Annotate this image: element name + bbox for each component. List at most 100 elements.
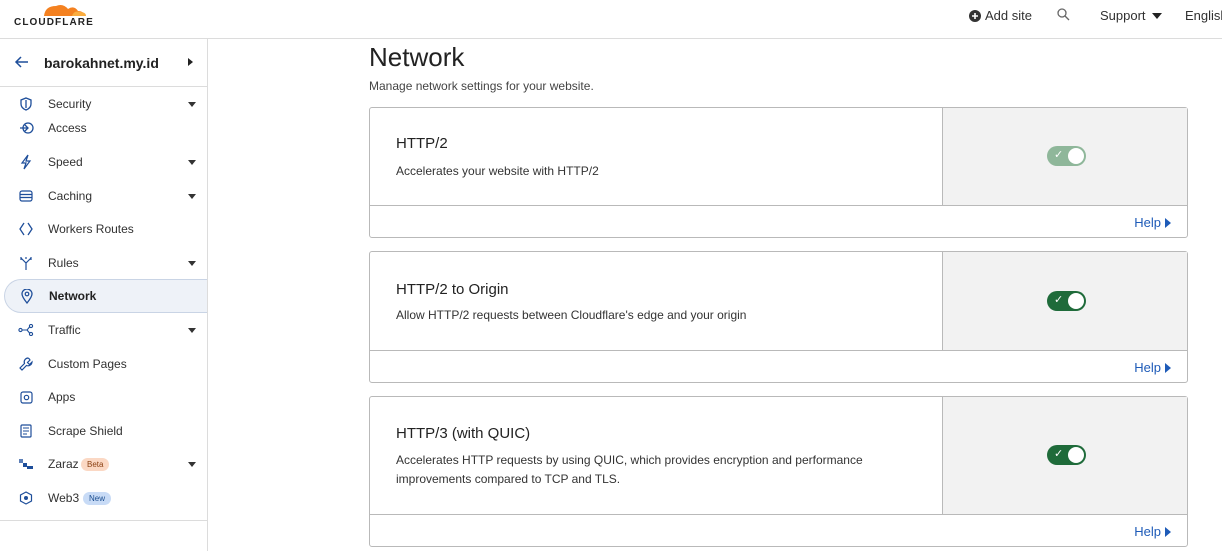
sidebar-item-label: Workers Routes <box>48 222 134 236</box>
setting-control: ✓ <box>943 397 1187 514</box>
setting-footer: Help <box>370 350 1187 383</box>
setting-control: ✓ <box>943 252 1187 350</box>
caret-down-icon <box>188 327 196 333</box>
access-icon <box>18 120 34 136</box>
caret-right-icon <box>1165 526 1171 537</box>
rules-icon <box>18 255 34 271</box>
sidebar-item-workers-routes[interactable]: Workers Routes <box>0 212 207 246</box>
sidebar-item-traffic[interactable]: Traffic <box>0 313 207 347</box>
setting-description: Allow HTTP/2 requests between Cloudflare… <box>396 308 747 322</box>
sidebar-item-speed[interactable]: Speed <box>0 145 207 179</box>
toggle-knob <box>1068 293 1084 309</box>
sidebar-item-label: Apps <box>48 390 76 404</box>
sidebar-divider <box>0 520 207 521</box>
setting-card-http2: HTTP/2 Accelerates your website with HTT… <box>369 107 1188 238</box>
sidebar-item-rules[interactable]: Rules <box>0 246 207 280</box>
setting-info: HTTP/2 to Origin Allow HTTP/2 requests b… <box>370 252 943 350</box>
caret-down-icon <box>188 260 196 266</box>
brand-wordmark: CLOUDFLARE <box>14 17 94 28</box>
sidebar-item-label: Custom Pages <box>48 357 127 371</box>
help-link[interactable]: Help <box>1134 524 1171 539</box>
traffic-icon <box>18 322 34 338</box>
check-icon: ✓ <box>1054 294 1064 306</box>
sidebar-item-apps[interactable]: Apps <box>0 380 207 414</box>
new-badge: New <box>83 491 112 505</box>
sidebar-item-web3[interactable]: Web3 New <box>0 481 207 515</box>
help-label: Help <box>1134 524 1161 539</box>
sidebar-item-custom-pages[interactable]: Custom Pages <box>0 347 207 381</box>
help-label: Help <box>1134 215 1161 230</box>
wrench-icon <box>18 356 34 372</box>
caret-right-icon <box>1165 217 1171 228</box>
setting-footer: Help <box>370 205 1187 238</box>
sidebar-item-label: Zaraz <box>48 457 79 471</box>
check-icon: ✓ <box>1054 448 1064 460</box>
location-pin-icon <box>19 288 35 304</box>
search-button[interactable] <box>1057 8 1070 21</box>
check-icon: ✓ <box>1054 149 1064 161</box>
document-icon <box>18 423 34 439</box>
caret-down-icon <box>188 461 196 467</box>
help-label: Help <box>1134 360 1161 375</box>
page-subtitle: Manage network settings for your website… <box>369 79 594 93</box>
sidebar-item-label: Security <box>48 97 92 111</box>
language-label: English <box>1185 8 1222 23</box>
setting-card-http2-to-origin: HTTP/2 to Origin Allow HTTP/2 requests b… <box>369 251 1188 383</box>
setting-title: HTTP/3 (with QUIC) <box>396 425 531 442</box>
setting-title: HTTP/2 <box>396 135 448 152</box>
sidebar-item-label: Traffic <box>48 323 81 337</box>
sidebar-item-caching[interactable]: Caching <box>0 179 207 213</box>
add-site-button[interactable]: Add site <box>969 8 1032 23</box>
support-menu[interactable]: Support <box>1100 8 1162 23</box>
sidebar-item-label: Scrape Shield <box>48 424 123 438</box>
caching-icon <box>18 188 34 204</box>
http2-toggle[interactable]: ✓ <box>1047 146 1086 166</box>
setting-title: HTTP/2 to Origin <box>396 281 509 298</box>
sidebar-item-label: Speed <box>48 155 83 169</box>
help-link[interactable]: Help <box>1134 360 1171 375</box>
chevron-right-icon <box>188 58 193 66</box>
help-link[interactable]: Help <box>1134 215 1171 230</box>
top-bar: CLOUDFLARE Add site Support English <box>0 0 1222 39</box>
search-icon <box>1057 8 1070 21</box>
sidebar-item-label: Web3 <box>48 491 80 505</box>
sidebar-item-label: Network <box>49 289 97 303</box>
toggle-knob <box>1068 447 1084 463</box>
beta-badge: Beta <box>81 457 110 471</box>
page-title: Network <box>369 42 465 72</box>
language-menu[interactable]: English <box>1185 8 1222 23</box>
toggle-knob <box>1068 148 1084 164</box>
sidebar-item-access[interactable]: Access <box>0 111 207 145</box>
site-selector[interactable]: barokahnet.my.id <box>0 39 207 87</box>
arrow-left-icon[interactable] <box>14 54 30 70</box>
plus-circle-icon <box>969 9 981 22</box>
http3-toggle[interactable]: ✓ <box>1047 445 1086 465</box>
sidebar-item-scrape-shield[interactable]: Scrape Shield <box>0 414 207 448</box>
sidebar-item-network[interactable]: Network <box>4 279 207 313</box>
setting-info: HTTP/2 Accelerates your website with HTT… <box>370 108 943 205</box>
setting-control: ✓ <box>943 108 1187 205</box>
sidebar-item-label: Access <box>48 121 87 135</box>
setting-info: HTTP/3 (with QUIC) Accelerates HTTP requ… <box>370 397 943 514</box>
sidebar-item-label: Caching <box>48 189 93 203</box>
support-label: Support <box>1100 8 1146 23</box>
chevron-down-icon <box>1151 12 1162 19</box>
caret-down-icon <box>188 101 196 107</box>
http2-to-origin-toggle[interactable]: ✓ <box>1047 291 1086 311</box>
caret-down-icon <box>188 159 196 165</box>
sidebar: barokahnet.my.id Security Access Speed C… <box>0 39 208 551</box>
setting-description: Accelerates HTTP requests by using QUIC,… <box>396 453 863 486</box>
web3-icon <box>18 490 34 506</box>
sidebar-item-zaraz[interactable]: Zaraz Beta <box>0 447 207 481</box>
setting-description: Accelerates your website with HTTP/2 <box>396 164 599 178</box>
caret-right-icon <box>1165 362 1171 373</box>
zaraz-icon <box>18 456 34 472</box>
sidebar-item-label: Rules <box>48 256 79 270</box>
setting-card-http3-quic: HTTP/3 (with QUIC) Accelerates HTTP requ… <box>369 396 1188 547</box>
site-name: barokahnet.my.id <box>44 55 159 71</box>
caret-down-icon <box>188 193 196 199</box>
setting-footer: Help <box>370 514 1187 547</box>
add-site-label: Add site <box>985 8 1032 23</box>
shield-icon <box>18 96 34 112</box>
workers-icon <box>18 221 34 237</box>
